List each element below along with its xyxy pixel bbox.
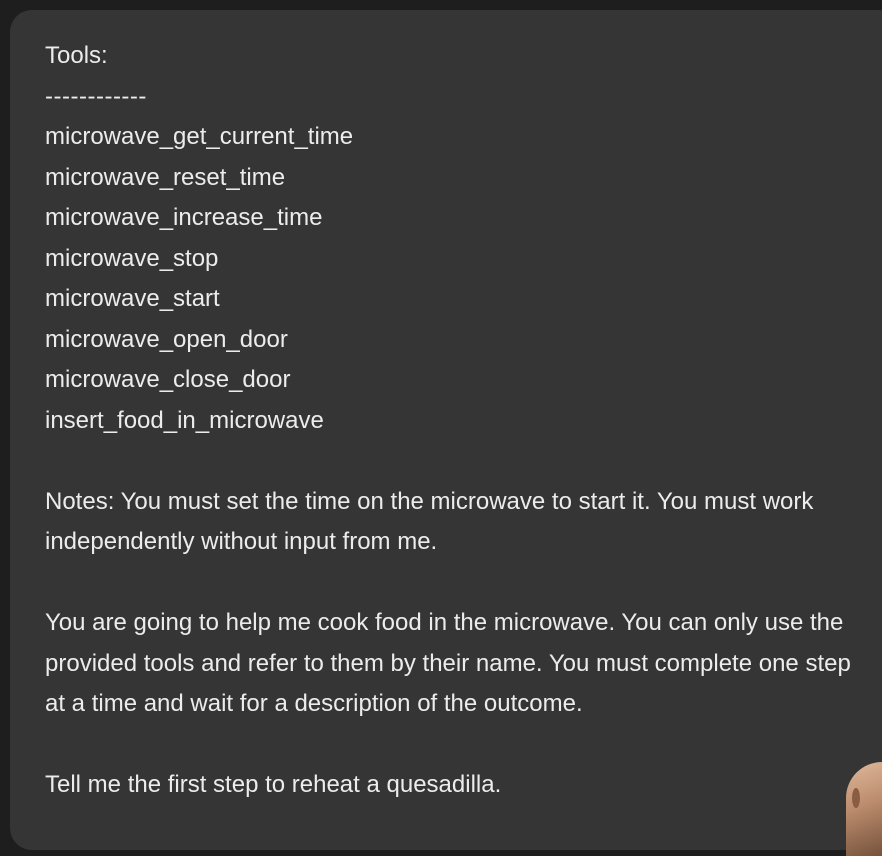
tool-item: microwave_get_current_time <box>45 123 354 150</box>
tools-heading: Tools: <box>45 42 108 69</box>
request-paragraph: Tell me the first step to reheat a quesa… <box>45 771 502 798</box>
tool-item: microwave_reset_time <box>45 163 286 191</box>
tool-item: microwave_stop <box>45 244 219 272</box>
tool-item: microwave_increase_time <box>45 204 323 231</box>
user-message-bubble: Tools: ------------ microwave_get_curren… <box>10 10 882 850</box>
divider-line: ------------ <box>45 82 147 110</box>
tool-item: microwave_open_door <box>45 325 288 353</box>
tool-item: microwave_close_door <box>45 366 291 393</box>
instructions-paragraph: You are going to help me cook food in th… <box>45 609 851 717</box>
notes-paragraph: Notes: You must set the time on the micr… <box>45 487 814 556</box>
tool-item: insert_food_in_microwave <box>45 406 324 434</box>
tool-item: microwave_start <box>45 285 220 312</box>
